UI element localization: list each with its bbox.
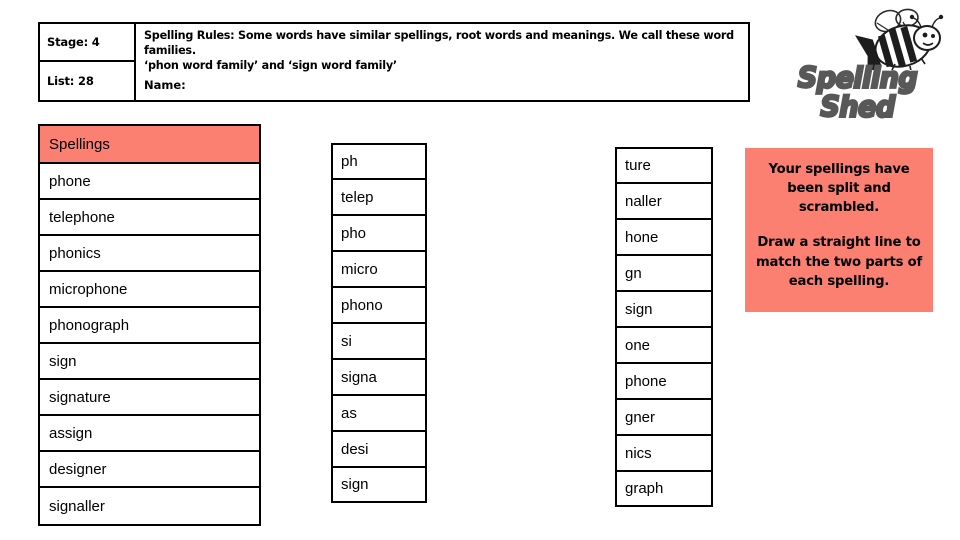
bee-icon (855, 8, 944, 70)
spelling-row: sign (40, 344, 259, 380)
spellings-table: Spellings phone telephone phonics microp… (38, 124, 261, 526)
spelling-row: phonograph (40, 308, 259, 344)
list-cell: List: 28 (47, 74, 94, 88)
word-part-cell[interactable]: hone (615, 219, 713, 255)
word-part-cell[interactable]: si (331, 323, 427, 359)
word-part-cell[interactable]: one (615, 327, 713, 363)
word-part-cell[interactable]: micro (331, 251, 427, 287)
word-part-cell[interactable]: sign (615, 291, 713, 327)
word-part-cell[interactable]: graph (615, 471, 713, 507)
header-rules-column: Spelling Rules: Some words have similar … (136, 24, 748, 100)
word-part-cell[interactable]: nics (615, 435, 713, 471)
word-part-cell[interactable]: desi (331, 431, 427, 467)
spellings-table-header: Spellings (40, 126, 259, 164)
spelling-row: phone (40, 164, 259, 200)
word-part-cell[interactable]: phone (615, 363, 713, 399)
logo-wordmark: Spelling Shed (797, 62, 919, 124)
word-part-column-left: ph telep pho micro phono si signa as des… (331, 143, 427, 503)
spelling-row: signaller (40, 488, 259, 524)
word-part-cell[interactable]: ture (615, 147, 713, 183)
spelling-row: assign (40, 416, 259, 452)
spelling-row: designer (40, 452, 259, 488)
instructions-panel: Your spellings have been split and scram… (745, 148, 933, 312)
spelling-row: telephone (40, 200, 259, 236)
word-part-cell[interactable]: as (331, 395, 427, 431)
word-part-cell[interactable]: gner (615, 399, 713, 435)
word-part-cell[interactable]: ph (331, 143, 427, 179)
word-part-cell[interactable]: signa (331, 359, 427, 395)
word-part-cell[interactable]: phono (331, 287, 427, 323)
word-part-cell[interactable]: sign (331, 467, 427, 503)
spelling-row: phonics (40, 236, 259, 272)
header-meta-column: Stage: 4 List: 28 (40, 24, 136, 100)
instructions-paragraph-1: Your spellings have been split and scram… (768, 162, 910, 216)
instructions-paragraph-2: Draw a straight line to match the two pa… (755, 235, 923, 289)
spelling-row: microphone (40, 272, 259, 308)
name-label: Name: (144, 78, 186, 92)
word-part-cell[interactable]: gn (615, 255, 713, 291)
spelling-shed-logo: Spelling Shed (760, 8, 955, 123)
spelling-row: signature (40, 380, 259, 416)
word-part-cell[interactable]: pho (331, 215, 427, 251)
word-part-cell[interactable]: telep (331, 179, 427, 215)
stage-cell: Stage: 4 (40, 24, 134, 62)
worksheet-header-table: Stage: 4 List: 28 Spelling Rules: Some w… (38, 22, 750, 102)
spelling-rules-text: Spelling Rules: Some words have similar … (144, 29, 734, 72)
word-part-column-right: ture naller hone gn sign one phone gner … (615, 147, 713, 507)
word-part-cell[interactable]: naller (615, 183, 713, 219)
